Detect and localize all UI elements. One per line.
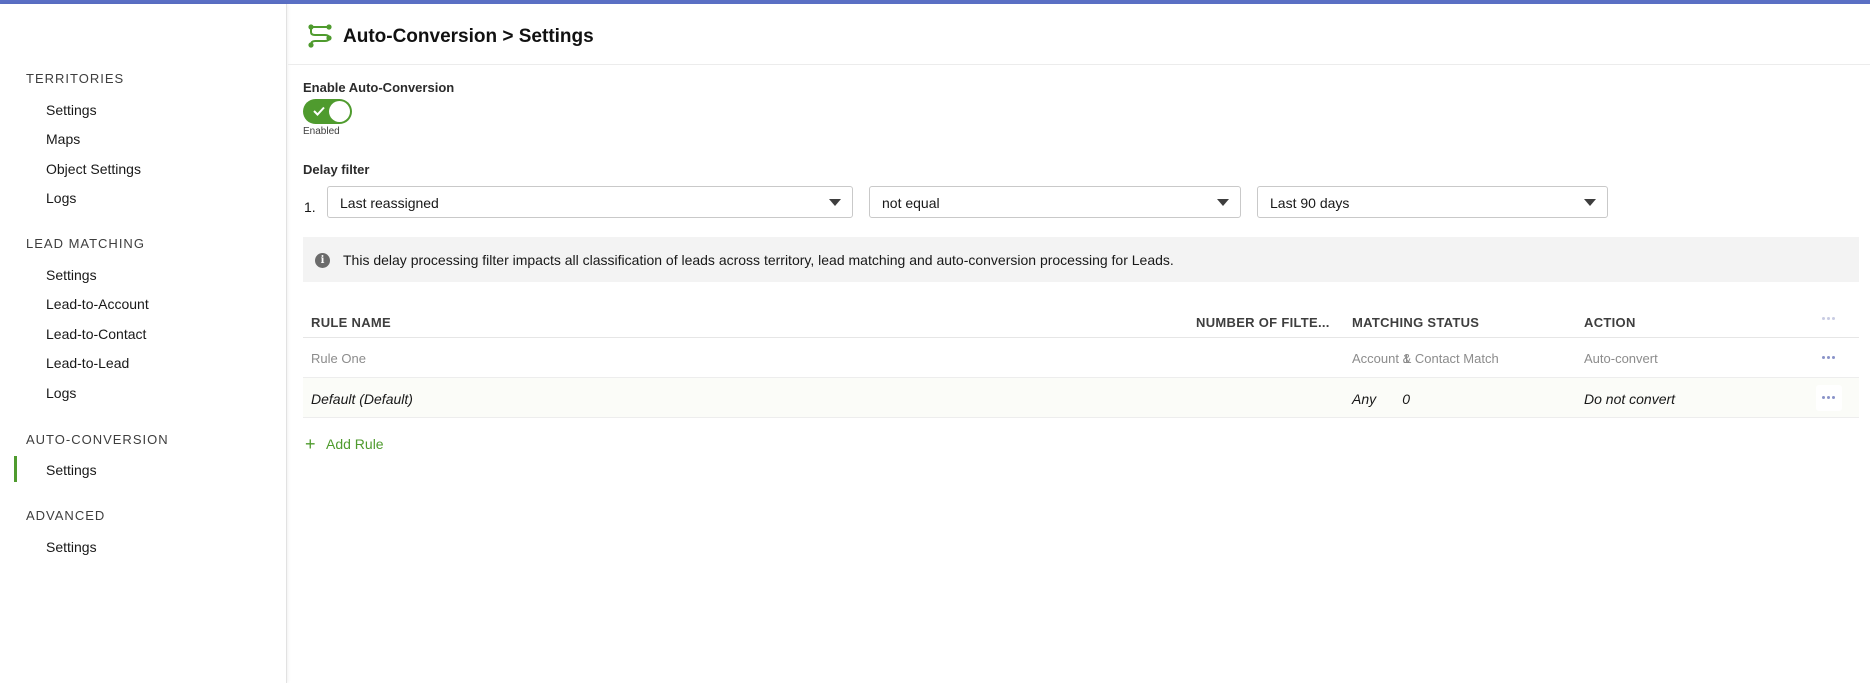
table-row[interactable]: Rule One 1 Account & Contact Match Auto-… [303, 338, 1859, 378]
sidebar-item-lead-to-account[interactable]: Lead-to-Account [46, 296, 149, 312]
check-icon [313, 106, 325, 116]
sidebar-item-territories-settings[interactable]: Settings [46, 102, 97, 118]
chevron-down-icon [1584, 199, 1596, 206]
action-cell: Auto-convert [1584, 351, 1658, 366]
sidebar-section-lead-matching: LEAD MATCHING [26, 236, 145, 251]
filter-value-value: Last 90 days [1270, 195, 1350, 211]
column-header-action[interactable]: ACTION [1584, 315, 1636, 330]
filter-field-value: Last reassigned [340, 195, 439, 211]
row-more-icon[interactable] [1816, 345, 1842, 371]
chevron-down-icon [1217, 199, 1229, 206]
main-content: Auto-Conversion > Settings Enable Auto-C… [288, 4, 1870, 683]
sidebar-section-advanced: ADVANCED [26, 508, 106, 523]
filter-row-number: 1. [304, 199, 316, 215]
enable-auto-conversion-label: Enable Auto-Conversion [303, 80, 455, 95]
sidebar-item-auto-conversion-settings[interactable]: Settings [46, 462, 97, 478]
row-more-icon[interactable] [1816, 385, 1842, 411]
table-row[interactable]: Default (Default) 0 Any Do not convert [303, 378, 1859, 418]
sidebar-item-territories-object-settings[interactable]: Object Settings [46, 161, 141, 177]
action-cell: Do not convert [1584, 391, 1676, 407]
column-options-icon[interactable] [1816, 306, 1842, 332]
sidebar-item-territories-logs[interactable]: Logs [46, 190, 76, 206]
page-header: Auto-Conversion > Settings [288, 4, 1870, 65]
toggle-state-label: Enabled [303, 126, 340, 137]
plus-icon: + [305, 434, 316, 454]
sidebar-active-indicator [14, 456, 17, 482]
toggle-knob [329, 101, 350, 122]
filter-value-select[interactable]: Last 90 days [1257, 186, 1608, 218]
sidebar-item-advanced-settings[interactable]: Settings [46, 539, 97, 555]
sidebar-item-territories-maps[interactable]: Maps [46, 131, 80, 147]
info-banner-text: This delay processing filter impacts all… [343, 252, 1174, 268]
column-header-rule-name[interactable]: RULE NAME [311, 315, 391, 330]
table-header: RULE NAME NUMBER OF FILTE... MATCHING ST… [303, 300, 1859, 338]
rule-name-cell: Rule One [311, 351, 366, 366]
enable-auto-conversion-toggle[interactable] [303, 99, 352, 124]
page-title: Auto-Conversion > Settings [343, 26, 594, 47]
add-rule-label: Add Rule [326, 436, 384, 452]
filter-operator-select[interactable]: not equal [869, 186, 1241, 218]
matching-status-cell: Any [1352, 391, 1377, 407]
delay-filter-label: Delay filter [303, 162, 370, 177]
sidebar-section-auto-conversion: AUTO-CONVERSION [26, 432, 169, 447]
sidebar-section-territories: TERRITORIES [26, 71, 125, 86]
matching-status-cell: Account & Contact Match [1352, 351, 1499, 366]
filter-operator-value: not equal [882, 195, 940, 211]
info-icon: i [315, 253, 330, 268]
rule-name-cell: Default (Default) [311, 391, 413, 407]
route-icon [308, 24, 332, 48]
sidebar-item-lead-matching-logs[interactable]: Logs [46, 385, 76, 401]
sidebar-item-lead-to-lead[interactable]: Lead-to-Lead [46, 355, 129, 371]
sidebar-item-lead-to-contact[interactable]: Lead-to-Contact [46, 326, 146, 342]
column-header-matching-status[interactable]: MATCHING STATUS [1352, 315, 1479, 330]
sidebar-item-lead-matching-settings[interactable]: Settings [46, 267, 97, 283]
filter-field-select[interactable]: Last reassigned [327, 186, 853, 218]
sidebar: TERRITORIES Settings Maps Object Setting… [0, 4, 287, 683]
info-banner: i This delay processing filter impacts a… [303, 237, 1859, 282]
chevron-down-icon [829, 199, 841, 206]
column-header-number-of-filters[interactable]: NUMBER OF FILTE... [1196, 315, 1330, 330]
